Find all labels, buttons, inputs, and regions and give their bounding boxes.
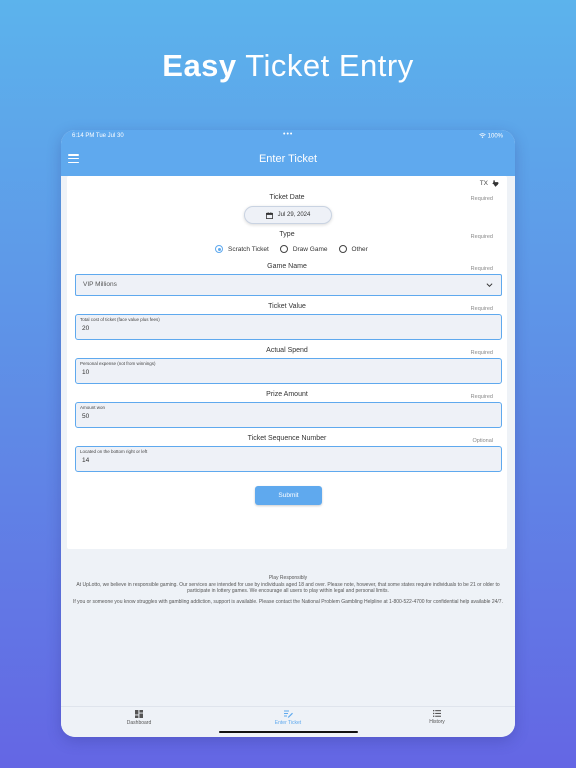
battery-status: 100% [479,133,503,140]
chevron-down-icon [486,283,493,288]
ticket-value-input[interactable]: Total cost of ticket (face value plus fe… [75,314,502,340]
sequence-number-hint: Located on the bottom right or left [80,449,148,454]
tab-enter-ticket-label: Enter Ticket [274,720,302,726]
submit-button[interactable]: Submit [255,486,322,505]
enter-ticket-icon [283,710,293,718]
state-selector[interactable]: TX [480,180,499,187]
ticket-date-required: Required [470,196,493,202]
type-required: Required [470,234,493,240]
status-time: 6:14 PM Tue Jul 30 [72,133,124,139]
sequence-number-label: Ticket Sequence Number [247,435,327,442]
radio-scratch-ticket-label[interactable]: Scratch Ticket [228,246,269,253]
tab-enter-ticket[interactable]: Enter Ticket [258,710,318,726]
notice-paragraph-1: At UpLotto, we believe in responsible ga… [76,581,500,595]
radio-draw-game-label[interactable]: Draw Game [293,246,328,253]
list-icon [433,710,441,717]
nav-bar: Enter Ticket [61,144,515,176]
ticket-date-button[interactable]: Jul 29, 2024 [244,206,332,224]
prize-amount-input[interactable]: Amount won 50 [75,402,502,428]
promo-title-bold: Easy [162,48,237,83]
actual-spend-hint: Personal expense (not from winnings) [80,361,156,366]
ticket-form-card: TX Ticket Date Required Jul 29, 2024 Typ… [67,176,507,549]
notice-heading: Play Responsibly [268,575,308,581]
multitask-dots[interactable]: ••• [283,131,293,138]
home-indicator[interactable] [219,730,358,733]
promo-title: Easy Ticket Entry [0,48,576,84]
promo-title-rest: Ticket Entry [245,48,414,83]
radio-other-label[interactable]: Other [352,246,368,253]
responsible-gaming-notice: Play Responsibly At UpLotto, we believe … [69,575,507,609]
prize-amount-label: Prize Amount [266,391,308,398]
ticket-date-value: Jul 29, 2024 [277,212,311,218]
prize-amount-value: 50 [82,413,90,420]
actual-spend-required: Required [470,350,493,356]
prize-amount-hint: Amount won [80,405,106,410]
actual-spend-input[interactable]: Personal expense (not from winnings) 10 [75,358,502,384]
dashboard-icon [135,710,143,718]
ticket-value-hint: Total cost of ticket (face value plus fe… [80,317,160,322]
sequence-number-optional: Optional [472,438,494,444]
radio-draw-game[interactable] [279,245,288,253]
prize-amount-required: Required [470,394,493,400]
type-radio-group: Scratch Ticket Draw Game Other [215,245,379,253]
notice-paragraph-2: If you or someone you know struggles wit… [73,598,503,605]
wifi-icon [479,133,486,138]
tab-history-label: History [429,719,445,725]
status-bar: 6:14 PM Tue Jul 30 ••• 100% [61,130,515,144]
game-name-required: Required [470,266,493,272]
device-frame: 6:14 PM Tue Jul 30 ••• 100% Enter Ticket… [61,130,515,737]
game-name-value: VIP Millions [83,281,117,288]
battery-percent: 100% [487,133,503,140]
tab-history[interactable]: History [407,710,467,725]
type-label: Type [279,231,295,238]
actual-spend-label: Actual Spend [266,347,308,354]
radio-other[interactable] [338,245,347,253]
tab-dashboard-label: Dashboard [126,720,152,726]
tab-bar: Dashboard Enter Ticket History [61,706,515,737]
sequence-number-input[interactable]: Located on the bottom right or left 14 [75,446,502,472]
state-code: TX [479,180,488,187]
ticket-value-label: Ticket Value [268,303,306,310]
game-name-select[interactable]: VIP Millions [75,274,502,296]
ticket-value-required: Required [470,306,493,312]
texas-map-icon [492,180,499,187]
calendar-icon [265,211,273,219]
game-name-label: Game Name [267,263,307,270]
actual-spend-value: 10 [82,369,90,376]
ticket-date-label: Ticket Date [269,194,305,201]
sequence-number-value: 14 [82,457,90,464]
tab-dashboard[interactable]: Dashboard [109,710,169,726]
ticket-value-value: 20 [82,325,90,332]
radio-scratch-ticket[interactable] [215,245,223,253]
nav-title: Enter Ticket [258,153,318,165]
